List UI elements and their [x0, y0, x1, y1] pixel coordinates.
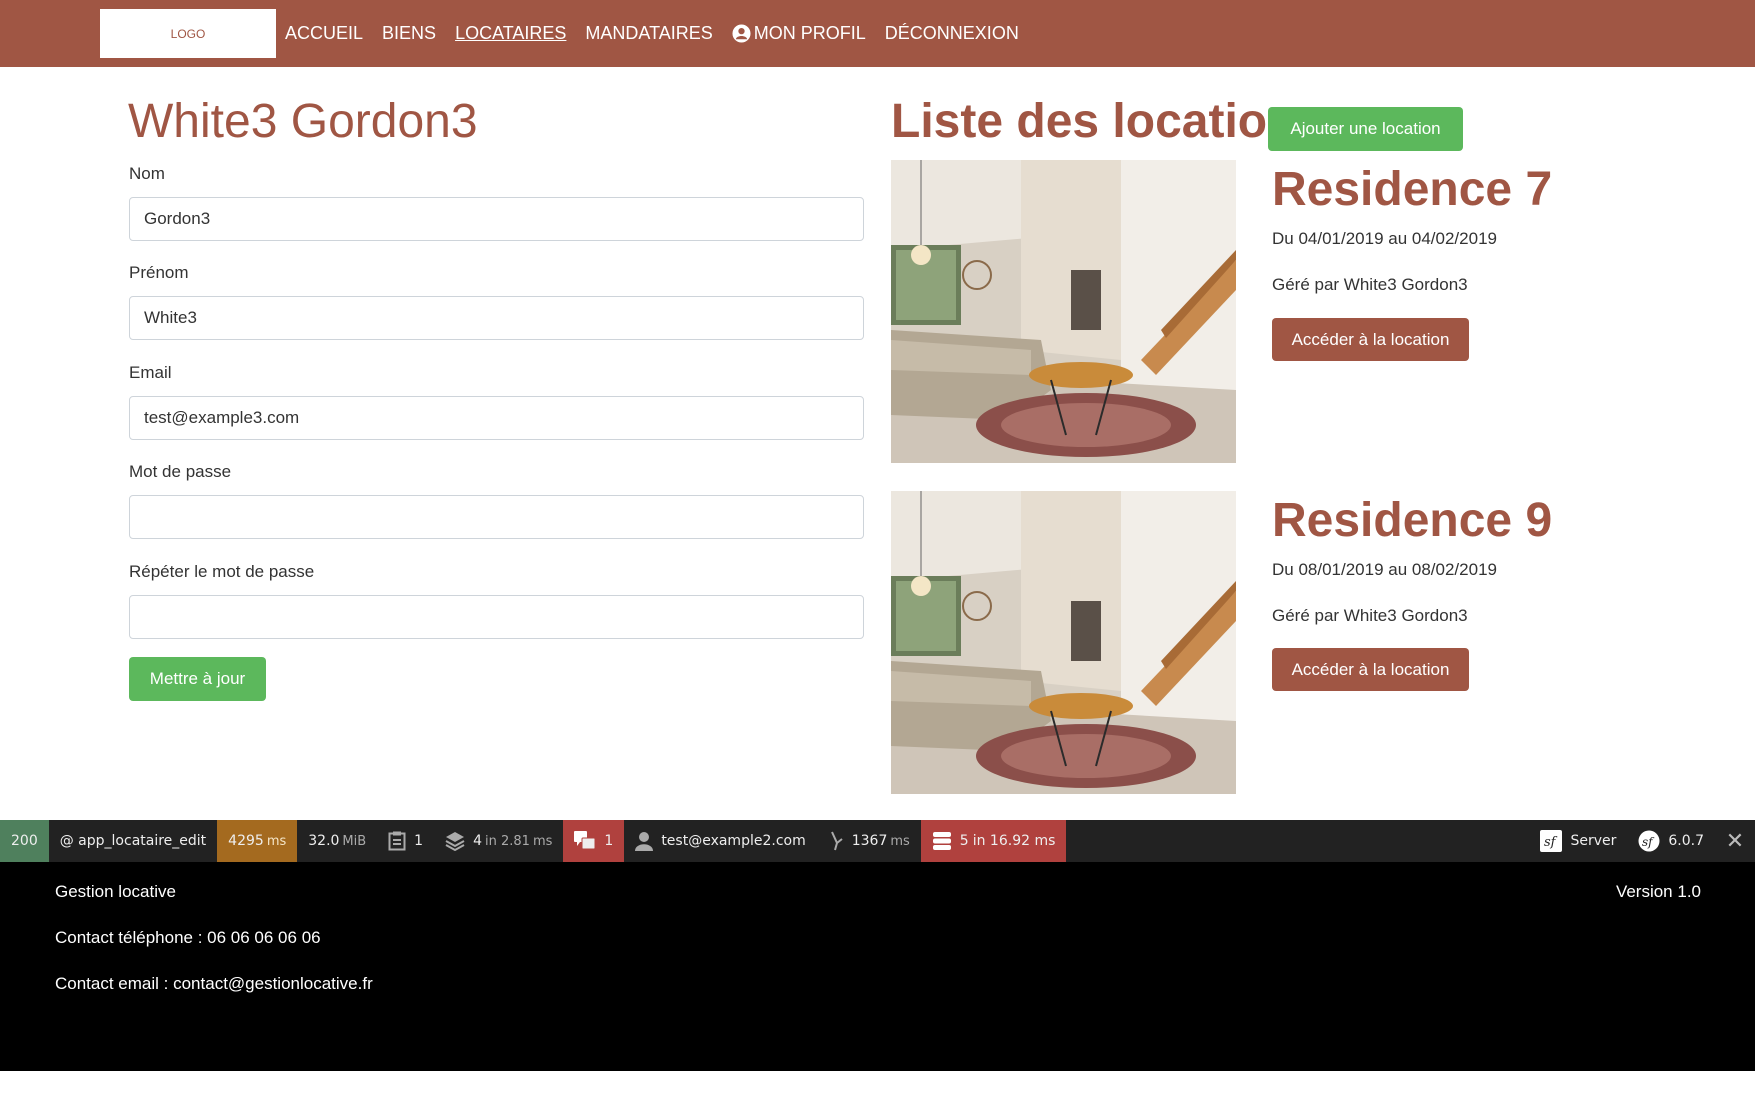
rental-manager: Géré par White3 Gordon3 — [1272, 275, 1468, 294]
rental-manager: Géré par White3 Gordon3 — [1272, 606, 1468, 625]
access-location-button[interactable]: Accéder à la location — [1272, 648, 1469, 691]
nom-label: Nom — [129, 164, 165, 183]
living-room-image — [891, 160, 1236, 463]
rental-title: Residence 7 — [1272, 163, 1553, 216]
update-button[interactable]: Mettre à jour — [129, 657, 266, 701]
prenom-label: Prénom — [129, 263, 189, 282]
toolbar-right: sf Server sf 6.0.7 ✕ — [1529, 820, 1755, 862]
rental-dates: Du 04/01/2019 au 04/02/2019 — [1272, 229, 1497, 248]
top-navbar: LOGO ACCUEIL BIENS LOCATAIRES MANDATAIRE… — [0, 0, 1755, 67]
server-panel[interactable]: sf Server — [1529, 820, 1627, 862]
layers-icon — [445, 832, 465, 851]
memory-usage[interactable]: 32.0 MiB — [297, 820, 377, 862]
db-time: in 16.92 ms — [972, 833, 1056, 849]
logo[interactable]: LOGO — [100, 9, 276, 58]
symfony-version-panel[interactable]: sf 6.0.7 — [1627, 820, 1715, 862]
close-toolbar-icon[interactable]: ✕ — [1715, 820, 1755, 862]
footer-title: Gestion locative — [55, 882, 176, 901]
living-room-image — [891, 491, 1236, 794]
symfony-icon: sf — [1540, 830, 1563, 852]
memory-value: 32.0 — [308, 833, 340, 849]
locations-heading: Liste des locations — [891, 95, 1324, 148]
email-input[interactable] — [129, 396, 864, 440]
nav-link-deconnexion[interactable]: DÉCONNEXION — [885, 23, 1019, 44]
tenant-name-heading: White3 Gordon3 — [128, 95, 478, 148]
database-panel[interactable]: 5 in 16.92 ms — [920, 820, 1067, 862]
form-icon — [388, 831, 406, 851]
nav-link-accueil[interactable]: ACCUEIL — [285, 23, 363, 44]
security-panel[interactable]: test@example2.com — [624, 820, 816, 862]
repeat-password-label: Répéter le mot de passe — [129, 562, 315, 581]
db-count: 5 — [959, 833, 969, 849]
translations-count: 1 — [604, 833, 614, 849]
debug-toolbar: 200 @ app_locataire_edit 4295 ms 32.0 Mi… — [0, 820, 1755, 862]
request-time-unit: ms — [266, 833, 287, 849]
lazy-time-value: 1367 — [851, 833, 888, 849]
forms-count: 1 — [414, 833, 424, 849]
database-icon — [932, 832, 951, 850]
nav-link-locataires[interactable]: LOCATAIRES — [455, 23, 566, 44]
footer: Gestion locative Contact téléphone : 06 … — [0, 862, 1755, 1071]
logged-user: test@example2.com — [661, 833, 806, 849]
footer-phone: Contact téléphone : 06 06 06 06 06 — [55, 928, 321, 947]
lazy-time-panel[interactable]: 1367 ms — [817, 820, 921, 862]
request-time-value: 4295 — [228, 833, 264, 849]
forms-panel[interactable]: 1 — [377, 820, 434, 862]
repeat-password-input[interactable] — [129, 595, 864, 639]
templates-count: 4 — [473, 833, 483, 849]
nom-input[interactable] — [129, 197, 864, 241]
route-name[interactable]: @ app_locataire_edit — [49, 820, 217, 862]
templates-panel[interactable]: 4 in 2.81 ms — [434, 820, 563, 862]
rental-dates: Du 08/01/2019 au 08/02/2019 — [1272, 560, 1497, 579]
rental-photo — [891, 491, 1236, 794]
user-circle-icon — [732, 24, 751, 43]
access-location-button[interactable]: Accéder à la location — [1272, 318, 1469, 361]
memory-unit: MiB — [342, 833, 367, 849]
password-input[interactable] — [129, 495, 864, 539]
nav-link-biens[interactable]: BIENS — [382, 23, 436, 44]
footer-version: Version 1.0 — [1615, 882, 1701, 901]
email-label: Email — [129, 363, 172, 382]
lazy-icon — [830, 831, 843, 851]
rental-photo — [891, 160, 1236, 463]
rental-title: Residence 9 — [1272, 494, 1553, 547]
nav-link-mon-profil-label: MON PROFIL — [753, 23, 866, 43]
translations-panel[interactable]: 1 — [563, 820, 625, 862]
symfony-version: 6.0.7 — [1668, 833, 1704, 849]
user-icon — [635, 832, 654, 851]
lazy-time-unit: ms — [890, 833, 910, 849]
add-location-button[interactable]: Ajouter une location — [1268, 107, 1463, 151]
status-code-badge[interactable]: 200 — [0, 820, 49, 862]
request-time[interactable]: 4295 ms — [217, 820, 298, 862]
templates-time-prefix: in 2.81 — [485, 833, 530, 849]
symfony-logo-icon: sf — [1638, 830, 1660, 852]
nav-link-mon-profil[interactable]: MON PROFIL — [732, 23, 866, 44]
translation-icon — [574, 831, 596, 850]
templates-time-unit: ms — [532, 833, 553, 849]
prenom-input[interactable] — [129, 296, 864, 340]
nav-links: ACCUEIL BIENS LOCATAIRES MANDATAIRES MON… — [285, 0, 1038, 67]
nav-link-mandataires[interactable]: MANDATAIRES — [585, 23, 712, 44]
password-label: Mot de passe — [129, 462, 232, 481]
server-label: Server — [1570, 833, 1617, 849]
footer-email: Contact email : contact@gestionlocative.… — [55, 974, 373, 993]
